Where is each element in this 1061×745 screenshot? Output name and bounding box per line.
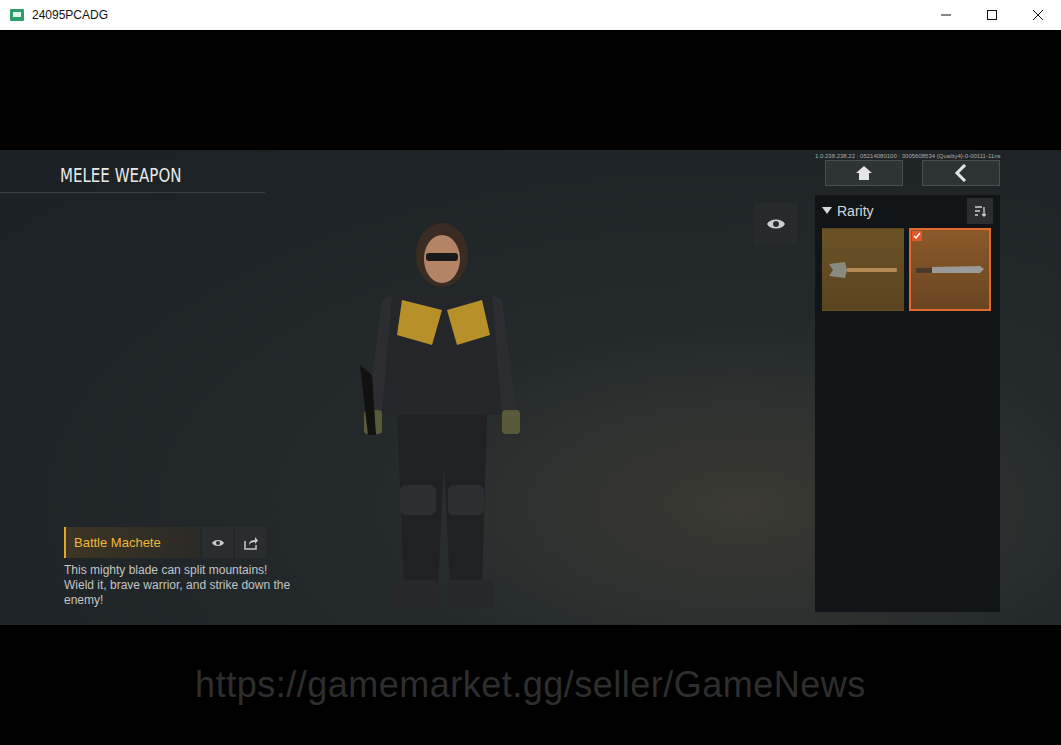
back-icon — [954, 164, 968, 182]
maximize-button[interactable] — [969, 0, 1015, 30]
close-icon — [1032, 9, 1044, 21]
stage: MELEE WEAPON Battle Machete This mighty bl… — [0, 150, 815, 625]
screen-title: MELEE WEAPON — [60, 164, 181, 186]
caret-icon — [822, 207, 832, 215]
machete-icon — [914, 263, 986, 277]
view-toggle-button[interactable] — [754, 203, 797, 245]
game-screen: MELEE WEAPON Battle Machete This mighty bl… — [0, 150, 1061, 625]
check-icon — [913, 232, 921, 240]
item-card[interactable] — [909, 228, 991, 311]
home-icon — [855, 165, 873, 181]
item-name: Battle Machete — [64, 527, 200, 558]
close-button[interactable] — [1015, 0, 1061, 30]
item-description: This mighty blade can split mountains! W… — [64, 563, 299, 608]
eye-icon — [211, 538, 225, 548]
minimize-icon — [940, 9, 952, 21]
sort-icon — [974, 205, 986, 217]
share-icon — [243, 536, 259, 550]
item-panel: Rarity — [815, 195, 1000, 612]
screen-header: MELEE WEAPON — [0, 150, 265, 193]
watermark: https://gamemarket.gg/seller/GameNews — [195, 664, 866, 706]
item-card[interactable] — [822, 228, 904, 311]
home-button[interactable] — [825, 160, 903, 186]
shovel-icon — [827, 260, 899, 280]
share-button[interactable] — [235, 527, 266, 558]
minimize-button[interactable] — [923, 0, 969, 30]
letterbox-top — [0, 30, 1061, 150]
rarity-filter[interactable]: Rarity — [822, 203, 874, 219]
preview-button[interactable] — [202, 527, 233, 558]
app-window: 24095PCADG MELEE WEAPON Battle Machete This… — [0, 0, 1061, 745]
eye-icon — [766, 217, 786, 231]
build-info: 1.0.238.238.22 : 05214080100 : 300560853… — [815, 152, 1000, 160]
maximize-icon — [986, 9, 998, 21]
letterbox-bottom: https://gamemarket.gg/seller/GameNews — [0, 625, 1061, 745]
back-button[interactable] — [922, 160, 1000, 186]
character-render — [352, 215, 532, 615]
window-title: 24095PCADG — [32, 8, 108, 22]
app-icon — [10, 9, 24, 21]
selected-check — [912, 231, 922, 241]
item-panel-column: 1.0.238.238.22 : 05214080100 : 300560853… — [815, 150, 1000, 625]
title-bar: 24095PCADG — [0, 0, 1061, 30]
sort-button[interactable] — [967, 198, 993, 224]
